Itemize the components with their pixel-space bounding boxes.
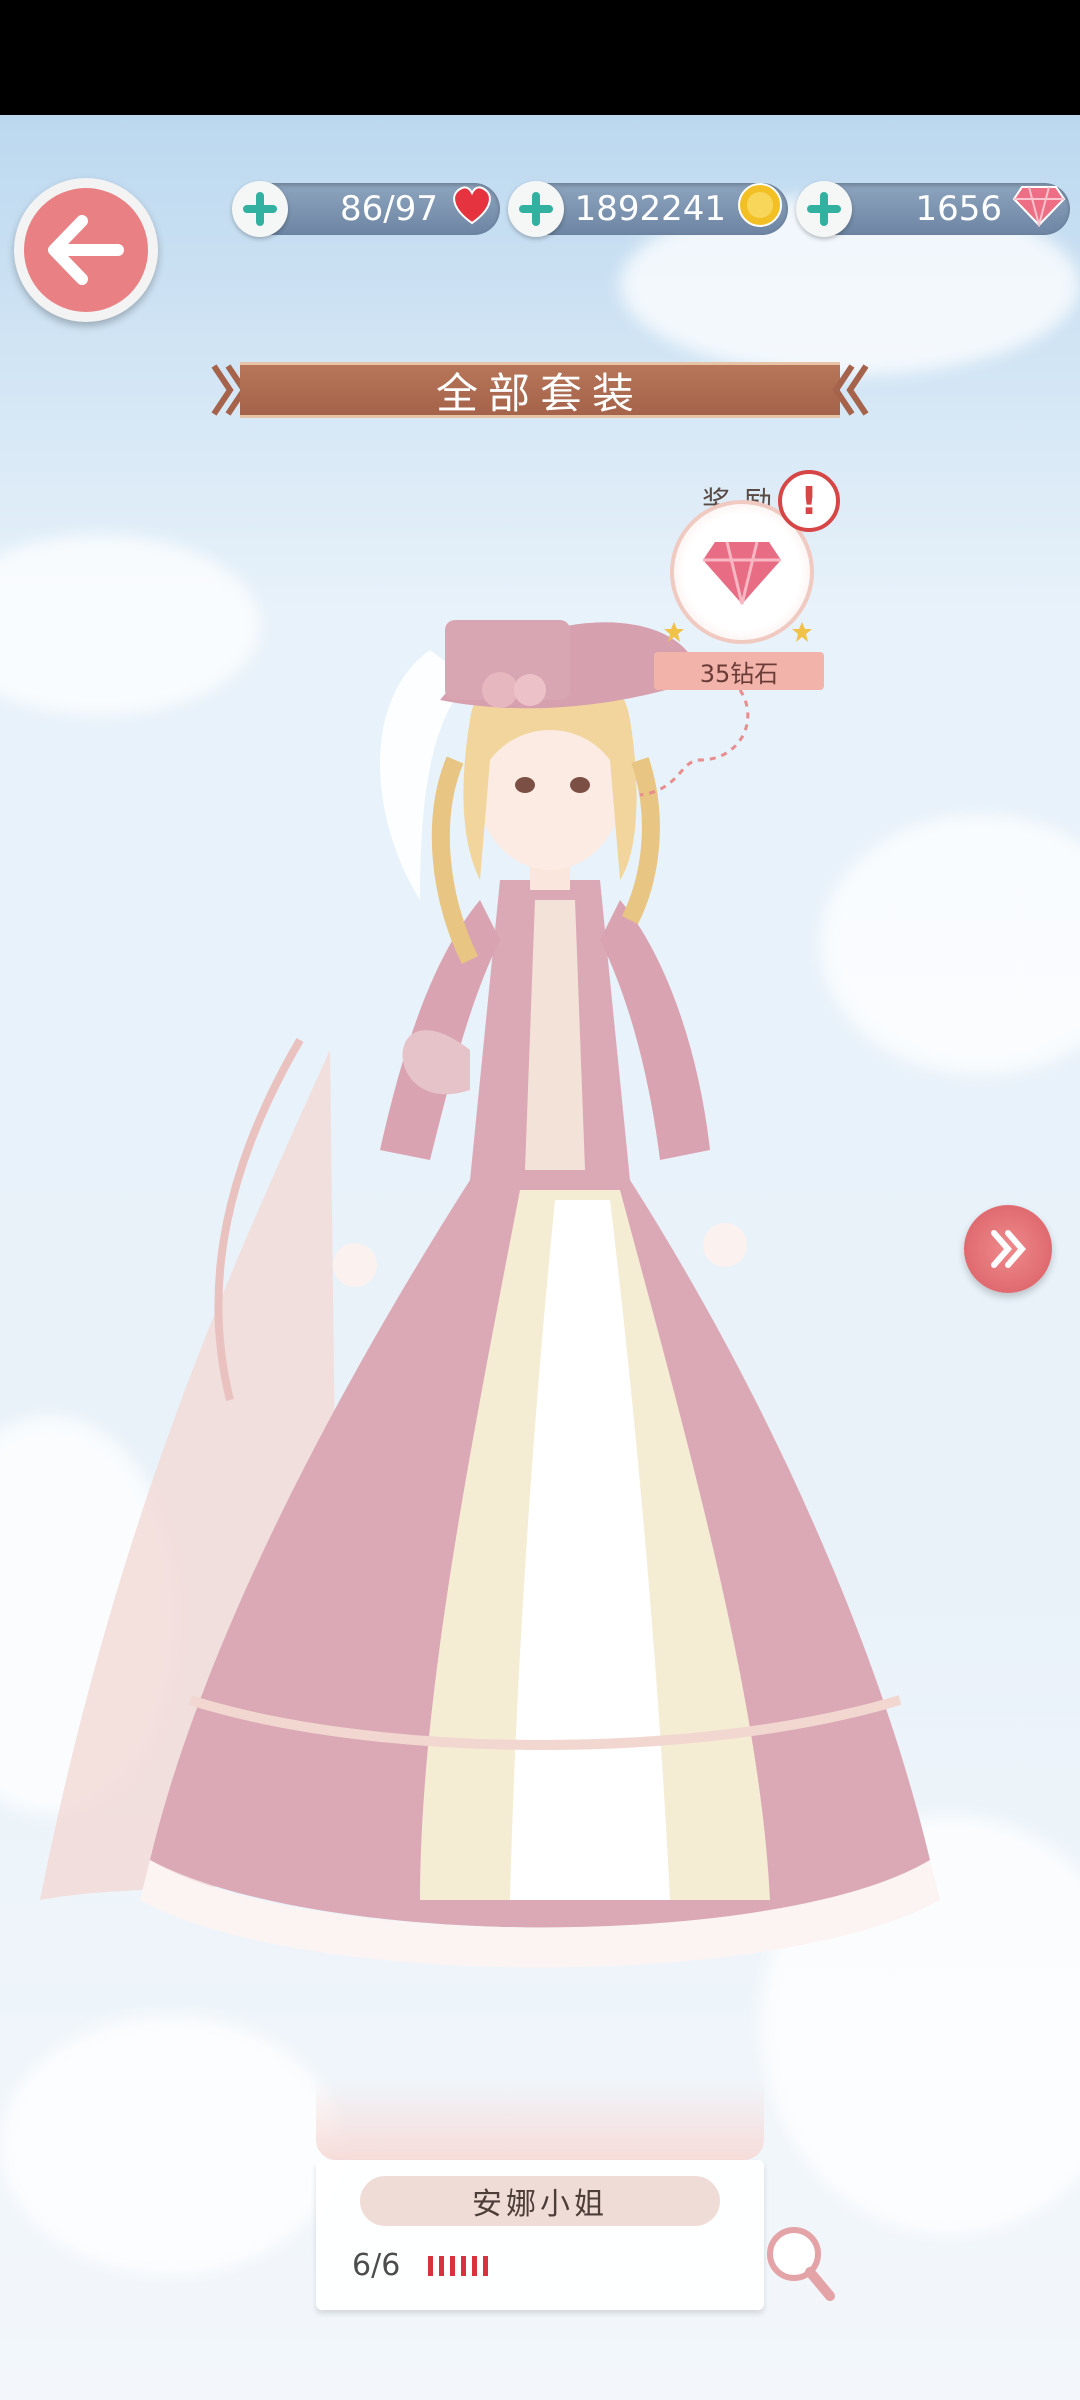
diamond-value: 1656 <box>915 189 1002 229</box>
add-gold-button[interactable] <box>508 181 564 237</box>
outfit-name: 安娜小姐 <box>360 2176 720 2226</box>
alert-icon: ! <box>778 470 840 532</box>
gold-value: 1892241 <box>574 189 726 229</box>
diamond-icon <box>703 541 781 605</box>
next-outfit-button[interactable] <box>964 1205 1052 1293</box>
plus-icon <box>243 192 277 226</box>
top-bar <box>0 115 1080 365</box>
reward-amount-label: 35钻石 <box>654 652 824 690</box>
banner-title: 全部套装 <box>435 368 644 418</box>
stamina-value: 86/97 <box>340 189 438 229</box>
magnify-button[interactable] <box>760 2220 840 2310</box>
diamond-icon <box>1012 183 1066 236</box>
outfit-progress-text: 6/6 <box>352 2248 401 2283</box>
back-button[interactable] <box>14 178 158 322</box>
plus-icon <box>807 192 841 226</box>
banner-right-chevron-icon <box>832 364 869 416</box>
heart-icon <box>448 183 496 236</box>
star-icon <box>664 622 684 642</box>
section-banner: 全部套装 <box>210 362 870 418</box>
add-diamond-button[interactable] <box>796 181 852 237</box>
reward-widget[interactable]: 奖励 ! 35钻石 <box>650 470 840 700</box>
outfit-card[interactable]: 安娜小姐 6/6 <box>316 2080 764 2310</box>
gold-coin-icon <box>736 181 784 238</box>
plus-icon <box>519 192 553 226</box>
double-chevron-right-icon <box>991 1230 1026 1268</box>
star-icon <box>792 622 812 642</box>
outfit-progress-bar <box>428 2256 488 2276</box>
add-stamina-button[interactable] <box>232 181 288 237</box>
back-arrow-icon <box>24 188 148 312</box>
magnifier-icon <box>767 2227 835 2301</box>
